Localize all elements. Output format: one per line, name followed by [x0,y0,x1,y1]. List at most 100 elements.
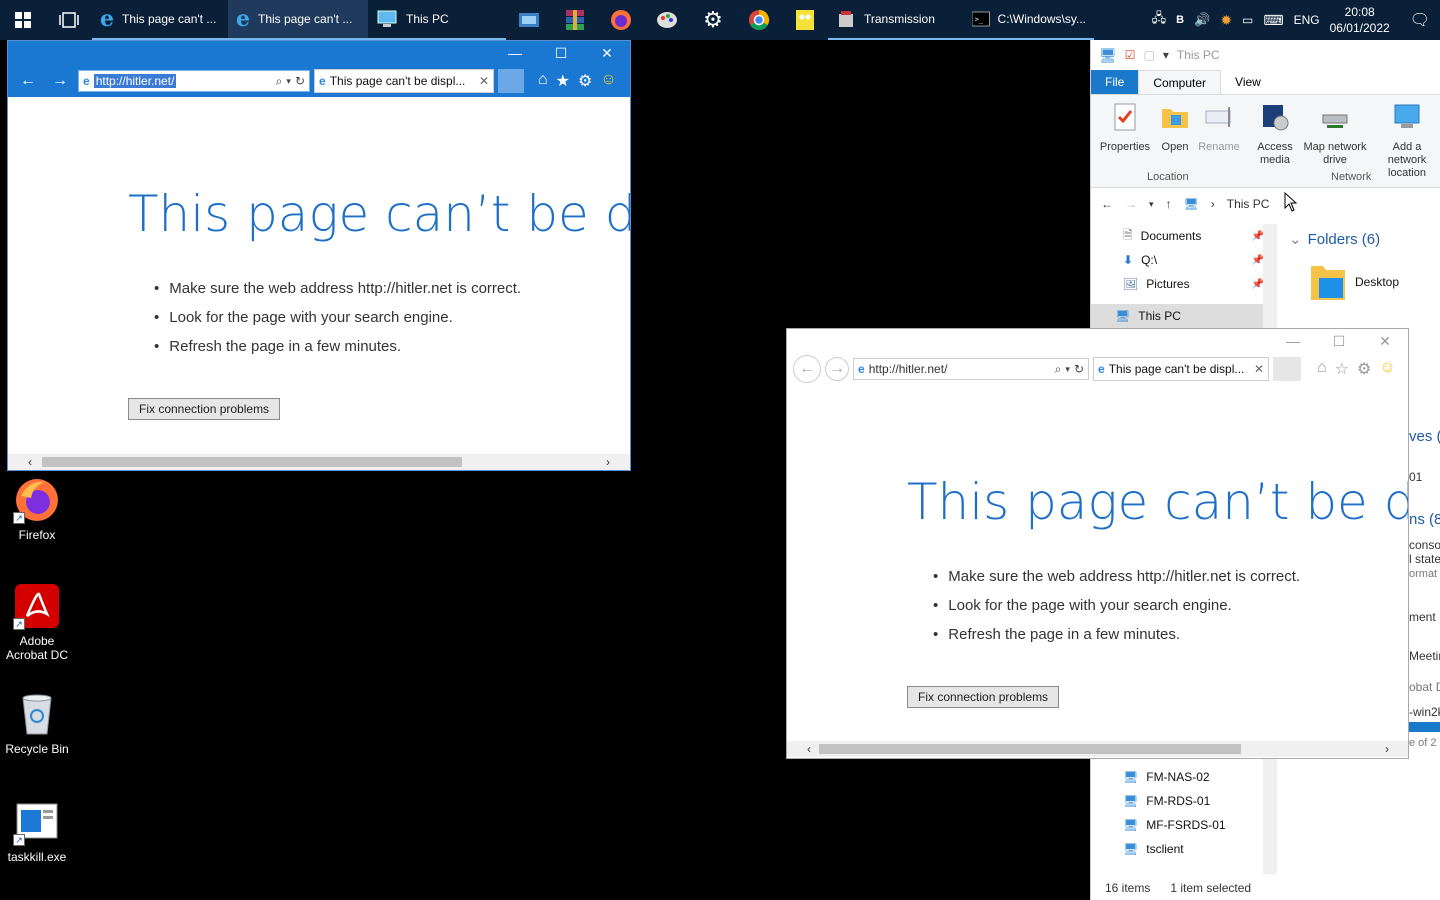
taskbar-pinned-sponge-app[interactable] [782,0,828,40]
desktop-icon-firefox[interactable]: ↗ Firefox [0,476,74,542]
tab-close-icon[interactable]: ✕ [1254,362,1264,376]
forward-button[interactable]: → [825,357,849,381]
error-tip: Look for the page with your search engin… [933,591,1300,620]
home-icon[interactable]: ⌂ [1317,359,1327,379]
ribbon-add-network-location-button[interactable]: Add a network location [1373,101,1440,180]
tray-device-icon[interactable]: ▭ [1242,13,1253,27]
ribbon-access-media-button[interactable]: Access media [1253,101,1297,167]
ribbon-rename-button[interactable]: Rename [1197,101,1241,154]
tools-gear-icon[interactable]: ⚙ [1357,359,1371,379]
nav-item-this-pc[interactable]: 🖥 This PC [1091,304,1276,328]
network-icon[interactable]: 🖧 [1152,9,1167,31]
back-button[interactable]: ← [14,67,42,95]
scroll-left-icon[interactable]: ‹ [22,454,38,470]
scroll-right-icon[interactable]: › [1379,741,1395,757]
ribbon-tab-file[interactable]: File [1091,70,1139,94]
ribbon-tab-view[interactable]: View [1221,70,1275,94]
notifications-icon[interactable]: 🗨 [1400,10,1430,30]
taskbar-pinned-network[interactable] [506,0,552,40]
nav-item-tsclient[interactable]: 🖥 tsclient [1091,837,1276,861]
home-icon[interactable]: ⌂ [538,71,548,91]
explorer-address-text[interactable]: This PC [1227,197,1270,211]
desktop-icon-taskkill[interactable]: ↗ taskkill.exe [0,798,74,864]
close-button[interactable]: ✕ [584,41,630,65]
fix-connection-button[interactable]: Fix connection problems [907,686,1060,708]
language-indicator[interactable]: ENG [1294,13,1320,27]
refresh-icon[interactable]: ↻ [295,74,305,88]
qat-new-folder-icon[interactable]: ▢ [1144,48,1155,62]
favorites-star-icon[interactable]: ★ [556,71,570,91]
tray-sun-icon[interactable]: ✹ [1220,12,1232,29]
keyboard-icon[interactable]: ⌨ [1263,12,1283,29]
taskbar-app-explorer[interactable]: This PC [368,0,506,40]
scroll-right-icon[interactable]: › [600,454,616,470]
nav-item-q-drive[interactable]: ⬇ Q:\ 📌 [1091,248,1276,272]
nav-item-pictures[interactable]: 🖼 Pictures 📌 [1091,272,1276,296]
horizontal-scrollbar[interactable]: ‹ › [8,454,630,470]
clock[interactable]: 20:08 06/01/2022 [1330,4,1390,36]
scroll-left-icon[interactable]: ‹ [801,741,817,757]
tools-gear-icon[interactable]: ⚙ [578,71,592,91]
sponge-app-icon [796,10,814,30]
new-tab-button[interactable] [498,69,524,93]
taskbar-app-ie-1[interactable]: e This page can't ... [92,0,228,40]
taskbar-app-transmission[interactable]: Transmission [828,0,964,40]
nav-item-fm-rds-01[interactable]: 🖥 FM-RDS-01 [1091,789,1276,813]
start-button[interactable] [0,0,46,40]
scrollbar-thumb[interactable] [819,744,1241,754]
minimize-button[interactable]: — [492,41,538,65]
maximize-button[interactable]: ☐ [1316,329,1362,353]
ie-address-bar[interactable]: e http://hitler.net/ ⌕ ▾ ↻ [853,358,1089,380]
ie-tab[interactable]: e This page can't be displ... ✕ [1093,357,1269,381]
tab-close-icon[interactable]: ✕ [479,74,489,88]
taskbar-pinned-paint[interactable] [644,0,690,40]
taskbar-pinned-firefox[interactable] [598,0,644,40]
volume-icon[interactable]: 🔊 [1194,12,1210,28]
taskbar-pinned-winrar[interactable] [552,0,598,40]
qat-dropdown-icon[interactable]: ▾ [1163,48,1169,62]
maximize-button[interactable]: ☐ [538,41,584,65]
search-icon[interactable]: ⌕ [1055,362,1062,377]
close-button[interactable]: ✕ [1362,329,1408,353]
nav-item-fm-nas-02[interactable]: 🖥 FM-NAS-02 [1091,765,1276,789]
favorites-star-icon[interactable]: ☆ [1335,359,1349,379]
taskbar-pinned-chrome[interactable] [736,0,782,40]
tray-b-icon[interactable]: B [1176,14,1184,26]
feedback-smiley-icon[interactable]: ☺ [600,71,616,91]
forward-arrow-icon[interactable]: → [1125,197,1137,211]
forward-button[interactable]: → [46,67,74,95]
ribbon-open-button[interactable]: Open [1157,101,1193,154]
desktop-icon-recycle-bin[interactable]: Recycle Bin [0,690,74,756]
folder-desktop[interactable]: Desktop [1309,262,1399,302]
new-tab-button[interactable] [1273,357,1301,381]
search-icon[interactable]: ⌕ [276,74,283,89]
ie-address-bar[interactable]: e http://hitler.net/ ⌕ ▾ ↻ [78,70,310,92]
taskbar-app-ie-2[interactable]: e This page can't ... [228,0,368,40]
nav-item-documents[interactable]: 🗎 Documents 📌 [1091,224,1276,248]
ie-tab[interactable]: e This page can't be displ... ✕ [314,69,494,93]
back-arrow-icon[interactable]: ← [1101,197,1113,211]
ie-address-text[interactable]: http://hitler.net/ [869,362,948,376]
back-button[interactable]: ← [793,355,821,383]
ie-address-text[interactable]: http://hitler.net/ [93,74,177,88]
ribbon-map-network-drive-button[interactable]: Map network drive [1299,101,1371,167]
minimize-button[interactable]: — [1270,329,1316,353]
desktop-icon-acrobat[interactable]: ↗ Adobe Acrobat DC [0,582,74,662]
fix-connection-button[interactable]: Fix connection problems [128,398,281,420]
dropdown-icon[interactable]: ▾ [1065,364,1070,375]
ribbon-tab-computer[interactable]: Computer [1138,70,1222,94]
nav-item-mf-fsrds-01[interactable]: 🖥 MF-FSRDS-01 [1091,813,1276,837]
refresh-icon[interactable]: ↻ [1074,362,1084,376]
recent-dropdown-icon[interactable]: ▾ [1149,199,1154,210]
dropdown-icon[interactable]: ▾ [286,76,291,87]
up-arrow-icon[interactable]: ↑ [1166,197,1172,211]
qat-properties-icon[interactable]: ☑ [1125,48,1136,62]
horizontal-scrollbar[interactable]: ‹ › [787,741,1408,757]
taskbar-app-cmd[interactable]: >_ C:\Windows\sy... [964,0,1094,40]
ribbon-properties-button[interactable]: Properties [1099,101,1151,154]
task-view-button[interactable] [46,0,92,40]
folders-group-header[interactable]: ⌄ Folders (6) [1289,230,1380,249]
feedback-smiley-icon[interactable]: ☺ [1379,359,1395,379]
taskbar-pinned-settings[interactable]: ⚙ [690,0,736,40]
scrollbar-thumb[interactable] [42,457,462,467]
